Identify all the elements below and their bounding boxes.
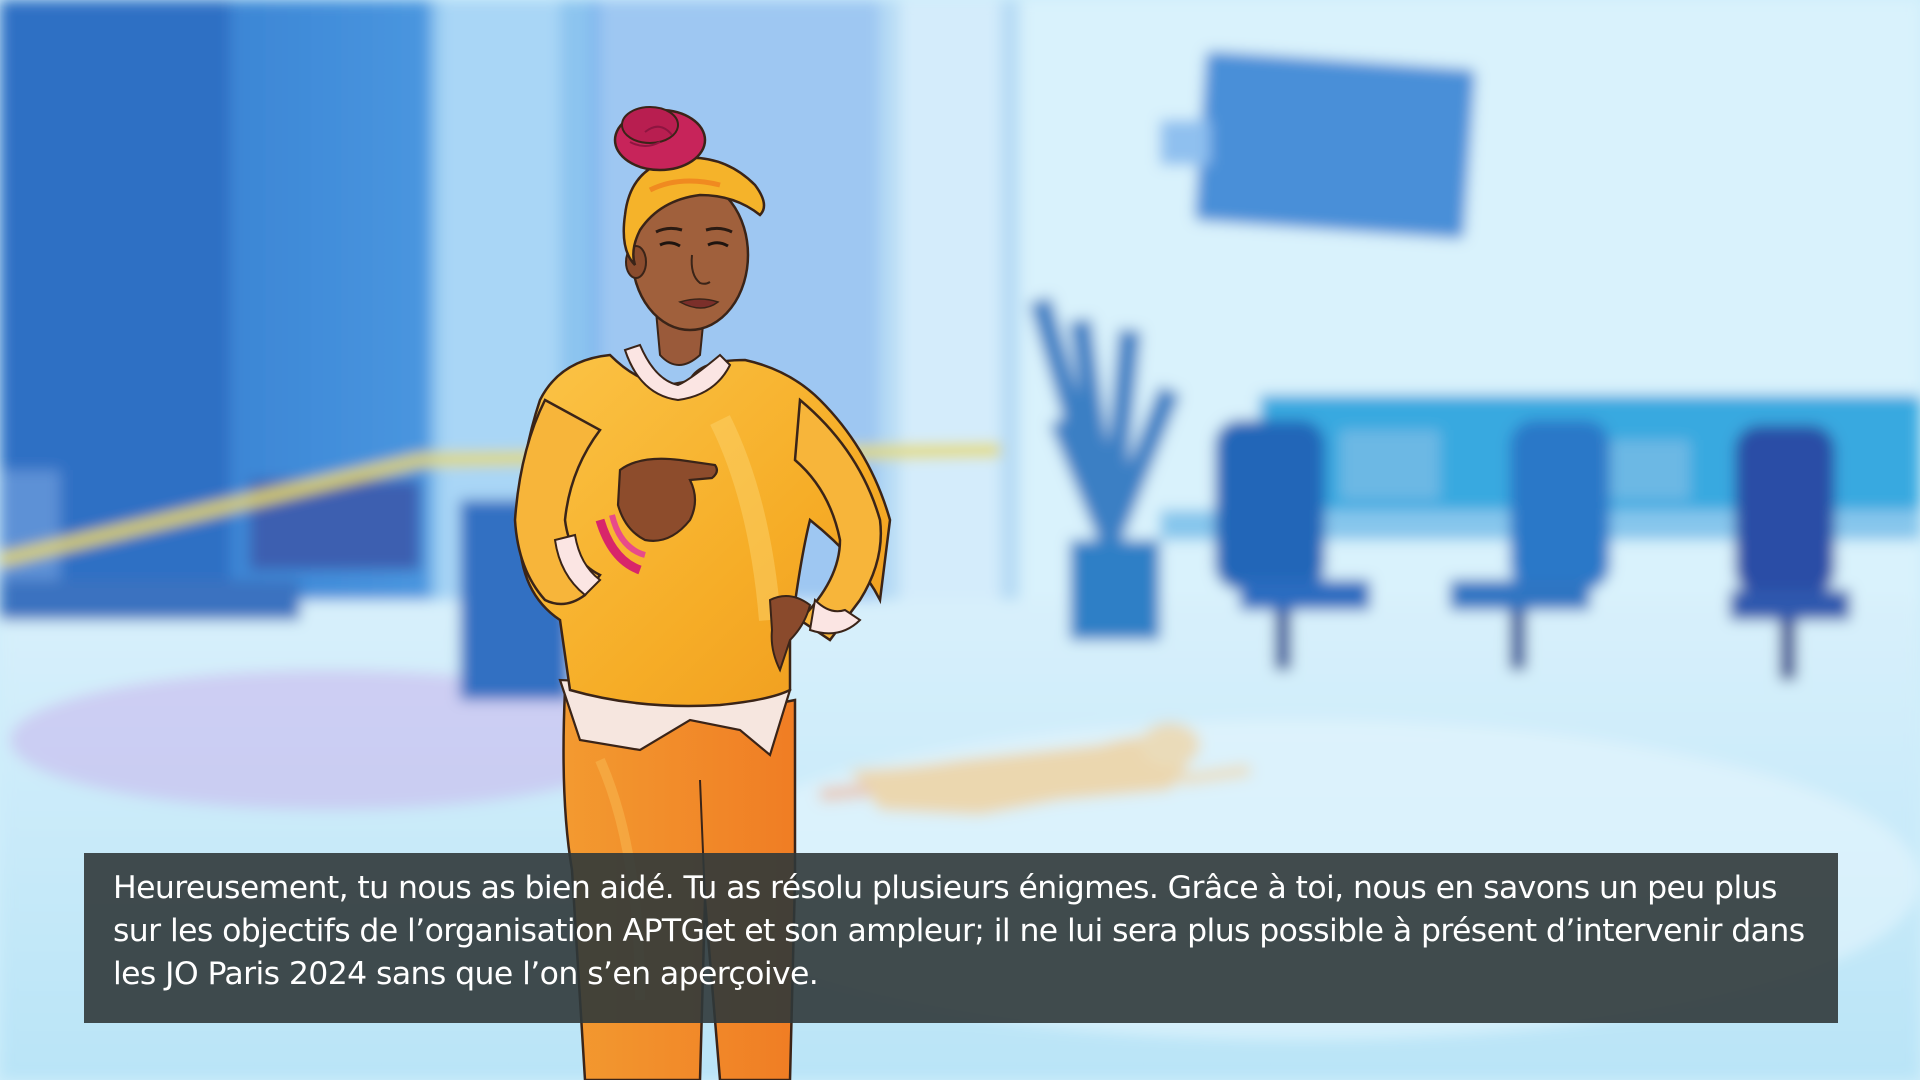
game-scene: Heureusement, tu nous as bien aidé. Tu a… bbox=[0, 0, 1920, 1080]
dialogue-text: Heureusement, tu nous as bien aidé. Tu a… bbox=[113, 870, 1805, 992]
dialogue-box[interactable]: Heureusement, tu nous as bien aidé. Tu a… bbox=[84, 853, 1838, 1023]
